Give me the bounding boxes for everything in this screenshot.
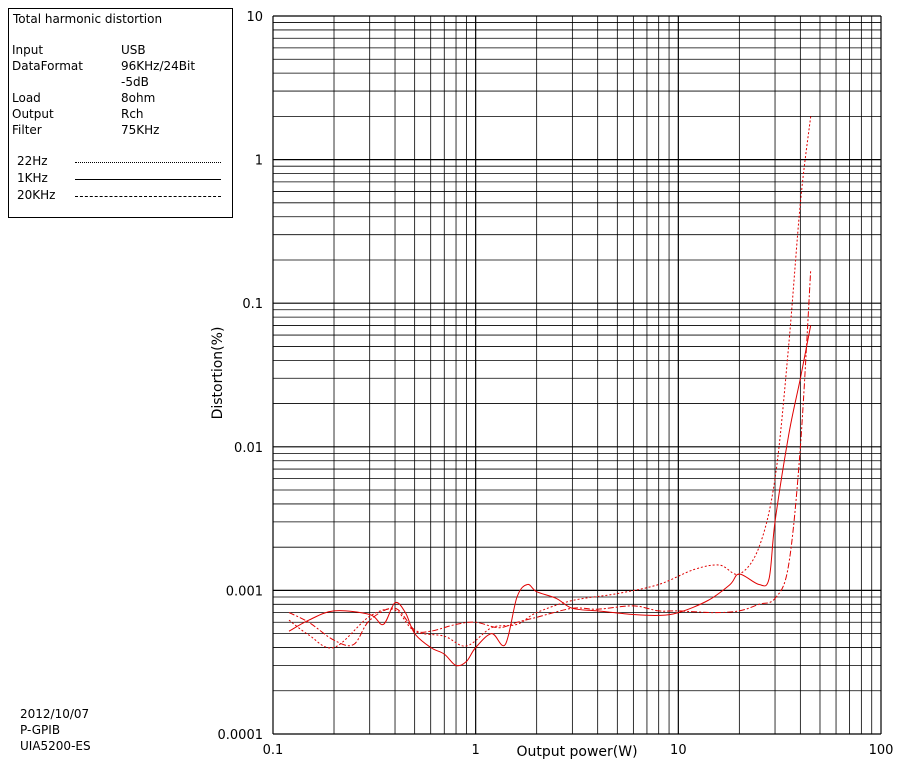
y-axis-label: Distortion(%) (210, 327, 226, 420)
series-line-20khz (288, 270, 812, 647)
y-tick-label: 0.0001 (218, 728, 264, 743)
x-tick-label: 10 (670, 743, 687, 758)
y-tick-label: 1 (255, 154, 263, 169)
series-line-22hz (288, 116, 812, 649)
grid (272, 15, 882, 735)
x-tick-label: 100 (869, 743, 894, 758)
thd-chart: Total harmonic distortion Input USB Data… (0, 0, 900, 772)
series-layer (288, 116, 812, 667)
y-tick-label: 0.1 (242, 297, 263, 312)
y-tick-label: 0.001 (226, 584, 263, 599)
x-axis-label: Output power(W) (516, 744, 637, 760)
series-line-1khz (288, 325, 812, 667)
plot-area: 0.1 1 10 100 0.0001 0.001 0.01 0.1 1 10 Output po… (210, 10, 894, 760)
x-tick-label: 1 (472, 743, 480, 758)
x-tick-label: 0.1 (263, 743, 284, 758)
y-tick-label: 0.01 (234, 441, 263, 456)
y-tick-label: 10 (246, 10, 263, 25)
tick-labels: 0.1 1 10 100 0.0001 0.001 0.01 0.1 1 10 (218, 10, 894, 758)
